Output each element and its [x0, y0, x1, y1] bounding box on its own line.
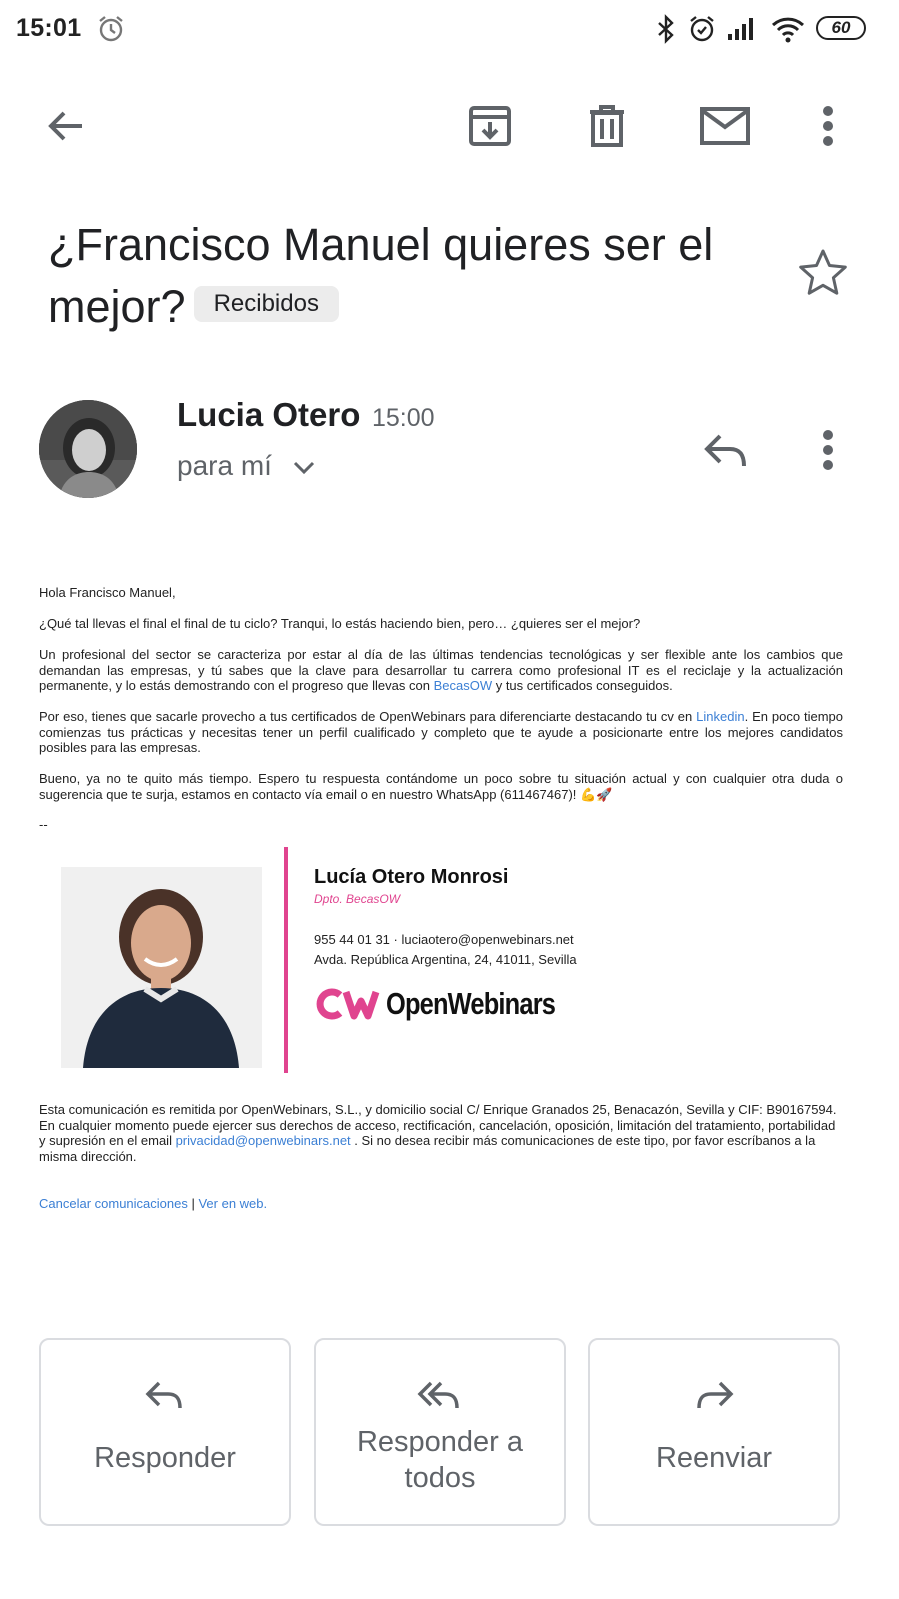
forward-label: Reenviar — [655, 1442, 773, 1474]
forward-icon — [697, 1381, 734, 1409]
archive-button[interactable] — [458, 94, 522, 158]
logo-text: OpenWebinars — [386, 986, 556, 1021]
more-vert-icon — [823, 106, 833, 146]
openwebinars-logo-icon — [316, 988, 380, 1020]
unsubscribe-link[interactable]: Cancelar comunicaciones — [39, 1196, 188, 1211]
email-paragraph-2: Un profesional del sector se caracteriza… — [39, 647, 843, 693]
subject-text: ¿Francisco Manuel quieres ser el mejor? — [48, 219, 714, 332]
status-time: 15:01 — [16, 14, 82, 42]
sender-name[interactable]: Lucia Otero — [177, 396, 360, 434]
battery-icon: 60 — [816, 16, 866, 40]
archive-icon — [469, 106, 511, 146]
mail-icon — [700, 107, 750, 145]
sent-time: 15:00 — [372, 404, 435, 432]
becasow-link[interactable]: BecasOW — [434, 678, 493, 693]
label-chip-inbox[interactable]: Recibidos — [193, 286, 339, 323]
mark-unread-button[interactable] — [693, 94, 757, 158]
wifi-icon — [770, 14, 806, 44]
forward-action-button[interactable]: Reenviar — [588, 1338, 840, 1526]
recipient-toggle[interactable]: para mí — [177, 450, 316, 482]
sender-avatar[interactable] — [39, 400, 137, 498]
reply-all-icon — [417, 1381, 459, 1409]
trash-icon — [590, 105, 624, 147]
email-paragraph-1: ¿Qué tal llevas el final el final de tu … — [39, 616, 641, 631]
email-paragraph-4: Bueno, ya no te quito más tiempo. Espero… — [39, 771, 843, 802]
signature-name: Lucía Otero Monrosi — [314, 866, 509, 888]
back-button[interactable] — [34, 94, 98, 158]
more-vert-icon — [823, 430, 833, 470]
arrow-left-icon — [48, 111, 82, 141]
footer-links: Cancelar comunicaciones | Ver en web. — [39, 1196, 268, 1211]
bluetooth-icon — [654, 14, 678, 44]
view-web-link[interactable]: Ver en web. — [198, 1196, 267, 1211]
reply-all-label-line1: Responder a — [356, 1426, 524, 1458]
signature-photo — [61, 867, 262, 1068]
signature-contact: 955 44 01 31 · luciaotero@openwebinars.n… — [314, 932, 574, 947]
more-options-button[interactable] — [796, 94, 860, 158]
reply-button[interactable] — [694, 418, 758, 482]
reply-all-action-button[interactable]: Responder a todos — [314, 1338, 566, 1526]
alarm-icon — [96, 14, 126, 44]
star-button[interactable] — [796, 246, 850, 300]
star-icon — [799, 249, 847, 295]
email-subject: ¿Francisco Manuel quieres ser el mejor? R… — [48, 214, 788, 338]
battery-level: 60 — [831, 18, 851, 37]
recipient-text: para mí — [177, 450, 272, 481]
message-more-button[interactable] — [796, 418, 860, 482]
chevron-down-icon — [292, 460, 316, 476]
signature-divider — [284, 847, 288, 1073]
signature-separator: -- — [39, 817, 48, 832]
email-greeting: Hola Francisco Manuel, — [39, 585, 176, 600]
reply-all-label-line2: todos — [404, 1462, 476, 1494]
delete-button[interactable] — [575, 94, 639, 158]
openwebinars-logo: OpenWebinars — [314, 986, 592, 1022]
reply-icon — [704, 434, 746, 467]
signal-icon — [726, 14, 758, 44]
linkedin-link[interactable]: Linkedin — [696, 709, 744, 724]
alarm-icon — [687, 14, 717, 44]
privacy-email-link[interactable]: privacidad@openwebinars.net — [176, 1133, 351, 1148]
signature-address: Avda. República Argentina, 24, 41011, Se… — [314, 952, 577, 967]
reply-action-button[interactable]: Responder — [39, 1338, 291, 1526]
legal-notice: Esta comunicación es remitida por OpenWe… — [39, 1102, 837, 1164]
reply-icon — [145, 1381, 182, 1409]
reply-label: Responder — [94, 1442, 236, 1474]
email-paragraph-3: Por eso, tienes que sacarle provecho a t… — [39, 709, 843, 755]
signature-department: Dpto. BecasOW — [314, 892, 401, 906]
